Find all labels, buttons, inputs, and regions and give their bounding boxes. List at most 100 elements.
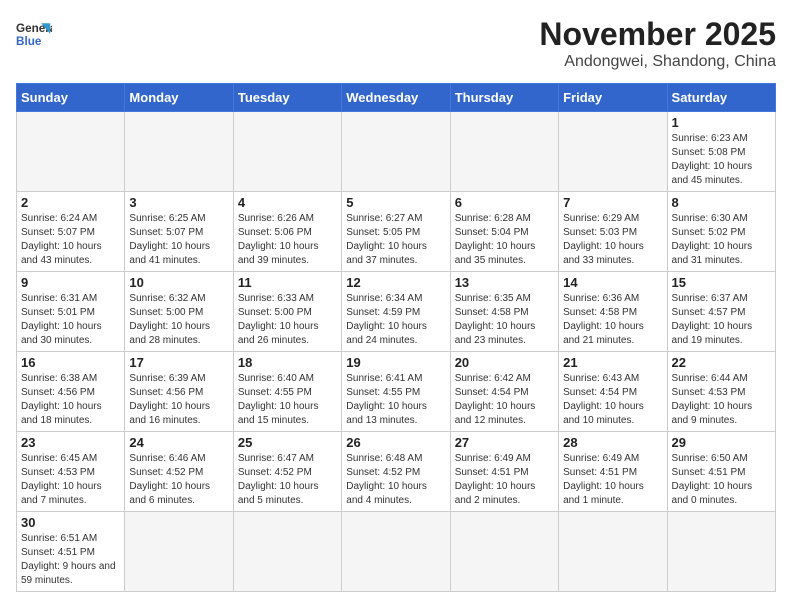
calendar-day-cell: 24Sunrise: 6:46 AMSunset: 4:52 PMDayligh…: [125, 432, 233, 512]
calendar-day-cell: 14Sunrise: 6:36 AMSunset: 4:58 PMDayligh…: [559, 272, 667, 352]
day-number: 12: [346, 275, 445, 290]
weekday-header-monday: Monday: [125, 84, 233, 112]
calendar-day-cell: [450, 512, 558, 592]
calendar-day-cell: [125, 512, 233, 592]
day-info: Sunrise: 6:38 AMSunset: 4:56 PMDaylight:…: [21, 372, 120, 428]
page-header: General Blue November 2025 Andongwei, Sh…: [16, 16, 776, 71]
day-info: Sunrise: 6:47 AMSunset: 4:52 PMDaylight:…: [238, 452, 337, 508]
day-info: Sunrise: 6:50 AMSunset: 4:51 PMDaylight:…: [672, 452, 771, 508]
day-number: 1: [672, 115, 771, 130]
weekday-header-saturday: Saturday: [667, 84, 775, 112]
calendar-day-cell: [559, 512, 667, 592]
day-number: 19: [346, 355, 445, 370]
calendar-day-cell: 4Sunrise: 6:26 AMSunset: 5:06 PMDaylight…: [233, 192, 341, 272]
calendar-day-cell: [342, 112, 450, 192]
calendar-day-cell: [17, 112, 125, 192]
day-info: Sunrise: 6:23 AMSunset: 5:08 PMDaylight:…: [672, 132, 771, 188]
day-number: 5: [346, 195, 445, 210]
calendar-day-cell: 23 Sunrise: 6:45 AMSunset: 4:53 PMDayligh…: [17, 432, 125, 512]
logo: General Blue: [16, 16, 52, 52]
day-info: Sunrise: 6:49 AMSunset: 4:51 PMDaylight:…: [455, 452, 554, 508]
calendar-day-cell: 10 Sunrise: 6:32 AMSunset: 5:00 PMDayligh…: [125, 272, 233, 352]
day-info: Sunrise: 6:30 AMSunset: 5:02 PMDaylight:…: [672, 212, 771, 268]
day-info: Sunrise: 6:24 AMSunset: 5:07 PMDaylight:…: [21, 212, 120, 268]
day-number: 3: [129, 195, 228, 210]
day-info: Sunrise: 6:34 AMSunset: 4:59 PMDaylight:…: [346, 292, 445, 348]
day-number: 9: [21, 275, 120, 290]
calendar-week-row: 2 Sunrise: 6:24 AMSunset: 5:07 PMDaylight…: [17, 192, 776, 272]
day-number: 2: [21, 195, 120, 210]
day-number: 22: [672, 355, 771, 370]
calendar-day-cell: 28 Sunrise: 6:49 AMSunset: 4:51 PMDayligh…: [559, 432, 667, 512]
calendar-week-row: 16 Sunrise: 6:38 AMSunset: 4:56 PMDayligh…: [17, 352, 776, 432]
weekday-header-thursday: Thursday: [450, 84, 558, 112]
calendar-day-cell: 29 Sunrise: 6:50 AMSunset: 4:51 PMDayligh…: [667, 432, 775, 512]
calendar-day-cell: 13 Sunrise: 6:35 AMSunset: 4:58 PMDayligh…: [450, 272, 558, 352]
calendar-day-cell: 5Sunrise: 6:27 AMSunset: 5:05 PMDaylight…: [342, 192, 450, 272]
day-number: 29: [672, 435, 771, 450]
day-info: Sunrise: 6:45 AMSunset: 4:53 PMDaylight:…: [21, 452, 120, 508]
calendar-week-row: 30 Sunrise: 6:51 AMSunset: 4:51 PMDayligh…: [17, 512, 776, 592]
calendar-table: SundayMondayTuesdayWednesdayThursdayFrid…: [16, 83, 776, 592]
day-info: Sunrise: 6:39 AMSunset: 4:56 PMDaylight:…: [129, 372, 228, 428]
day-info: Sunrise: 6:41 AMSunset: 4:55 PMDaylight:…: [346, 372, 445, 428]
day-number: 8: [672, 195, 771, 210]
title-area: November 2025 Andongwei, Shandong, China: [539, 16, 776, 71]
calendar-day-cell: 11Sunrise: 6:33 AMSunset: 5:00 PMDayligh…: [233, 272, 341, 352]
calendar-day-cell: 20Sunrise: 6:42 AMSunset: 4:54 PMDayligh…: [450, 352, 558, 432]
calendar-day-cell: 1 Sunrise: 6:23 AMSunset: 5:08 PMDaylight…: [667, 112, 775, 192]
calendar-day-cell: 2 Sunrise: 6:24 AMSunset: 5:07 PMDaylight…: [17, 192, 125, 272]
calendar-day-cell: 16 Sunrise: 6:38 AMSunset: 4:56 PMDayligh…: [17, 352, 125, 432]
calendar-day-cell: [233, 112, 341, 192]
calendar-day-cell: 22 Sunrise: 6:44 AMSunset: 4:53 PMDayligh…: [667, 352, 775, 432]
calendar-day-cell: 7Sunrise: 6:29 AMSunset: 5:03 PMDaylight…: [559, 192, 667, 272]
weekday-header-sunday: Sunday: [17, 84, 125, 112]
calendar-day-cell: 21 Sunrise: 6:43 AMSunset: 4:54 PMDayligh…: [559, 352, 667, 432]
day-number: 26: [346, 435, 445, 450]
day-number: 11: [238, 275, 337, 290]
day-number: 10: [129, 275, 228, 290]
calendar-week-row: 9 Sunrise: 6:31 AMSunset: 5:01 PMDaylight…: [17, 272, 776, 352]
day-number: 21: [563, 355, 662, 370]
day-info: Sunrise: 6:31 AMSunset: 5:01 PMDaylight:…: [21, 292, 120, 348]
day-number: 28: [563, 435, 662, 450]
day-number: 27: [455, 435, 554, 450]
day-info: Sunrise: 6:44 AMSunset: 4:53 PMDaylight:…: [672, 372, 771, 428]
day-info: Sunrise: 6:25 AMSunset: 5:07 PMDaylight:…: [129, 212, 228, 268]
calendar-day-cell: [342, 512, 450, 592]
day-info: Sunrise: 6:32 AMSunset: 5:00 PMDaylight:…: [129, 292, 228, 348]
calendar-day-cell: [450, 112, 558, 192]
weekday-header-row: SundayMondayTuesdayWednesdayThursdayFrid…: [17, 84, 776, 112]
day-info: Sunrise: 6:42 AMSunset: 4:54 PMDaylight:…: [455, 372, 554, 428]
calendar-day-cell: 8 Sunrise: 6:30 AMSunset: 5:02 PMDaylight…: [667, 192, 775, 272]
calendar-day-cell: 9 Sunrise: 6:31 AMSunset: 5:01 PMDaylight…: [17, 272, 125, 352]
calendar-day-cell: 25 Sunrise: 6:47 AMSunset: 4:52 PMDayligh…: [233, 432, 341, 512]
calendar-title: November 2025: [539, 16, 776, 53]
calendar-week-row: 1 Sunrise: 6:23 AMSunset: 5:08 PMDaylight…: [17, 112, 776, 192]
day-number: 23: [21, 435, 120, 450]
day-info: Sunrise: 6:46 AMSunset: 4:52 PMDaylight:…: [129, 452, 228, 508]
day-info: Sunrise: 6:43 AMSunset: 4:54 PMDaylight:…: [563, 372, 662, 428]
calendar-day-cell: 18Sunrise: 6:40 AMSunset: 4:55 PMDayligh…: [233, 352, 341, 432]
day-number: 4: [238, 195, 337, 210]
day-info: Sunrise: 6:48 AMSunset: 4:52 PMDaylight:…: [346, 452, 445, 508]
calendar-day-cell: [125, 112, 233, 192]
calendar-subtitle: Andongwei, Shandong, China: [539, 53, 776, 71]
day-info: Sunrise: 6:35 AMSunset: 4:58 PMDaylight:…: [455, 292, 554, 348]
day-number: 16: [21, 355, 120, 370]
day-number: 15: [672, 275, 771, 290]
day-number: 25: [238, 435, 337, 450]
calendar-day-cell: 12 Sunrise: 6:34 AMSunset: 4:59 PMDayligh…: [342, 272, 450, 352]
day-info: Sunrise: 6:49 AMSunset: 4:51 PMDaylight:…: [563, 452, 662, 508]
day-number: 30: [21, 515, 120, 530]
day-number: 14: [563, 275, 662, 290]
calendar-day-cell: [667, 512, 775, 592]
calendar-day-cell: 15Sunrise: 6:37 AMSunset: 4:57 PMDayligh…: [667, 272, 775, 352]
calendar-day-cell: 27 Sunrise: 6:49 AMSunset: 4:51 PMDayligh…: [450, 432, 558, 512]
logo-icon: General Blue: [16, 16, 52, 52]
day-info: Sunrise: 6:51 AMSunset: 4:51 PMDaylight:…: [21, 532, 120, 588]
calendar-day-cell: 30 Sunrise: 6:51 AMSunset: 4:51 PMDayligh…: [17, 512, 125, 592]
calendar-day-cell: 3 Sunrise: 6:25 AMSunset: 5:07 PMDaylight…: [125, 192, 233, 272]
day-number: 13: [455, 275, 554, 290]
weekday-header-wednesday: Wednesday: [342, 84, 450, 112]
